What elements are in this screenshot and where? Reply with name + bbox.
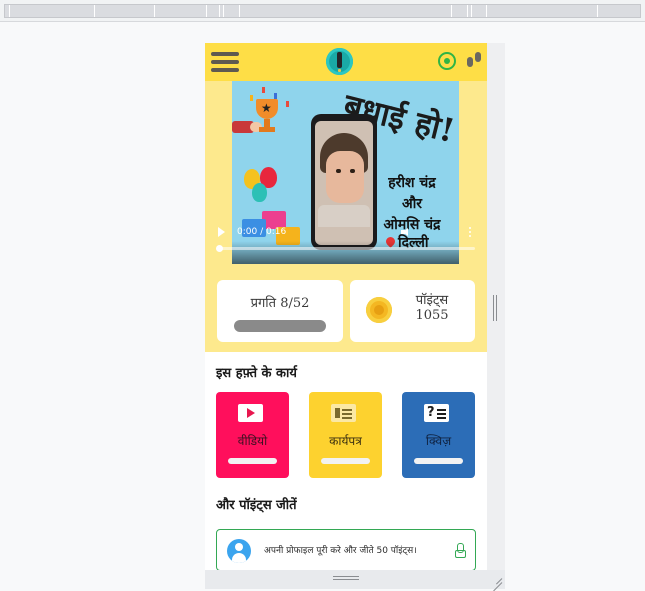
worksheet-icon (331, 404, 356, 422)
progress-label: प्रगति 8/52 (250, 296, 310, 311)
hamburger-menu-icon[interactable] (211, 52, 239, 74)
volume-icon[interactable] (401, 227, 411, 237)
bottom-resize-handle-icon[interactable] (333, 576, 359, 581)
pencil-logo-icon[interactable] (326, 48, 353, 75)
app-screen: ★ बधाई हो! हरीश चंद्र और ओमसि चंद्र दिल्… (205, 43, 487, 570)
task-label-video: वीडियो (237, 434, 268, 448)
winner-name-1: हरीश चंद्र (388, 175, 436, 191)
points-card[interactable]: पॉइंट्स 1055 (350, 280, 475, 342)
more-points-title: और पॉइंट्स जीतें (216, 498, 297, 513)
profile-prompt-text: अपनी प्रोफाइल पूरी करे और जीते 50 पॉइंट्… (264, 546, 417, 556)
video-controls (232, 241, 459, 264)
task-progress-bar (321, 458, 370, 464)
play-icon[interactable] (218, 227, 225, 237)
progress-card[interactable]: प्रगति 8/52 (217, 280, 343, 342)
task-card-video[interactable]: वीडियो (216, 392, 289, 478)
task-label-quiz: क्विज़ (425, 434, 452, 448)
points-label: पॉइंट्स (415, 293, 449, 308)
whatsapp-icon[interactable] (438, 52, 456, 70)
ruler-bar (4, 4, 641, 18)
video-time: 0:00 / 0:16 (237, 227, 287, 237)
progress-bar (234, 320, 326, 332)
task-card-worksheet[interactable]: कार्यपत्र (309, 392, 382, 478)
footsteps-icon[interactable] (467, 52, 483, 72)
thumbs-up-icon (454, 543, 466, 558)
resize-grip-icon[interactable] (493, 295, 499, 321)
device-frame: ★ बधाई हो! हरीश चंद्र और ओमसि चंद्र दिल्… (205, 43, 505, 591)
seek-handle[interactable] (216, 245, 223, 252)
browser-toolbar (0, 0, 645, 22)
task-progress-bar (228, 458, 277, 464)
app-header (205, 43, 487, 81)
child-photo (318, 133, 370, 227)
winner-and: और (401, 196, 423, 212)
coin-icon (366, 297, 392, 323)
tasks-section-title: इस हफ़्ते के कार्य (216, 366, 297, 381)
trophy-icon: ★ (254, 99, 280, 135)
hand-illustration (232, 121, 262, 133)
task-label-worksheet: कार्यपत्र (329, 434, 362, 448)
task-card-quiz[interactable]: क्विज़ (402, 392, 475, 478)
more-options-icon[interactable] (469, 227, 471, 237)
winner-names: हरीश चंद्र और ओमसि चंद्र (370, 173, 454, 236)
task-progress-bar (414, 458, 463, 464)
points-value: 1055 (415, 308, 449, 323)
corner-resize-icon[interactable] (490, 574, 503, 591)
quiz-icon (424, 404, 449, 422)
video-play-icon (238, 404, 263, 422)
video-seek-bar[interactable] (218, 247, 475, 250)
complete-profile-card[interactable]: अपनी प्रोफाइल पूरी करे और जीते 50 पॉइंट्… (216, 529, 476, 570)
user-avatar-icon (227, 539, 251, 563)
